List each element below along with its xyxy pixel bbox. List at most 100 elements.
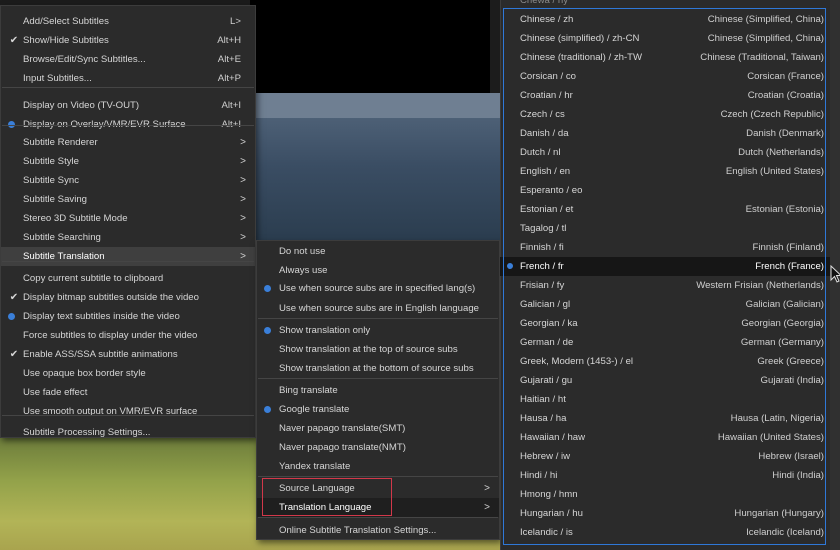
menu-item-display-bitmap-subtitles-outside-the-video[interactable]: ✔ Display bitmap subtitles outside the vi…	[1, 288, 255, 307]
submenu-arrow-icon: >	[240, 232, 246, 243]
menu-item-subtitle-processing-settings[interactable]: Subtitle Processing Settings...	[1, 423, 255, 442]
language-region-label: Galician (Galician)	[745, 299, 824, 310]
language-item-greek-modern-1453-el[interactable]: Greek, Modern (1453-) / el Greek (Greece)	[500, 352, 830, 371]
check-icon: ✔	[9, 349, 19, 360]
language-item-hebrew-iw[interactable]: Hebrew / iw Hebrew (Israel)	[500, 447, 830, 466]
language-code-label: English / en	[520, 166, 571, 177]
menu-item-label: Show/Hide Subtitles	[23, 35, 109, 46]
language-item-german-de[interactable]: German / de German (Germany)	[500, 333, 830, 352]
menu-item-label: Subtitle Saving	[23, 194, 87, 205]
menu-item-display-on-video-tv-out[interactable]: Display on Video (TV-OUT) Alt+I	[1, 96, 255, 115]
menu-item-subtitle-style[interactable]: Subtitle Style >	[1, 152, 255, 171]
language-item-haitian-ht[interactable]: Haitian / ht	[500, 390, 830, 409]
submenu-item-label: Show translation only	[279, 325, 371, 336]
submenu-item-online-subtitle-translation-settings[interactable]: Online Subtitle Translation Settings...	[257, 521, 499, 540]
submenu-item-do-not-use[interactable]: Do not use	[257, 242, 499, 261]
menu-item-enable-ass-ssa-subtitle-animations[interactable]: ✔ Enable ASS/SSA subtitle animations	[1, 345, 255, 364]
language-item-english-en[interactable]: English / en English (United States)	[500, 162, 830, 181]
menu-separator	[258, 318, 498, 319]
submenu-item-naver-papago-translate-nmt[interactable]: Naver papago translate(NMT)	[257, 438, 499, 457]
language-item-hausa-ha[interactable]: Hausa / ha Hausa (Latin, Nigeria)	[500, 409, 830, 428]
language-item-french-fr[interactable]: French / fr French (France)	[500, 257, 830, 276]
language-item-finnish-fi[interactable]: Finnish / fi Finnish (Finland)	[500, 238, 830, 257]
language-item-croatian-hr[interactable]: Croatian / hr Croatian (Croatia)	[500, 86, 830, 105]
language-item-danish-da[interactable]: Danish / da Danish (Denmark)	[500, 124, 830, 143]
menu-item-use-fade-effect[interactable]: Use fade effect	[1, 383, 255, 402]
submenu-item-label: Use when source subs are in specified la…	[279, 283, 476, 294]
language-item-hungarian-hu[interactable]: Hungarian / hu Hungarian (Hungary)	[500, 504, 830, 523]
language-item-esperanto-eo[interactable]: Esperanto / eo	[500, 181, 830, 200]
menu-item-use-opaque-box-border-style[interactable]: Use opaque box border style	[1, 364, 255, 383]
language-options-highlight	[262, 478, 392, 516]
submenu-arrow-icon: >	[240, 251, 246, 262]
language-region-label: German (Germany)	[740, 337, 824, 348]
language-item-corsican-co[interactable]: Corsican / co Corsican (France)	[500, 67, 830, 86]
language-region-label: French (France)	[755, 261, 824, 272]
menu-item-copy-current-subtitle-to-clipboard[interactable]: Copy current subtitle to clipboard	[1, 269, 255, 288]
submenu-item-naver-papago-translate-smt[interactable]: Naver papago translate(SMT)	[257, 419, 499, 438]
menu-item-show-hide-subtitles[interactable]: ✔ Show/Hide Subtitles Alt+H	[1, 31, 255, 50]
submenu-item-label: Always use	[279, 265, 328, 276]
language-code-label: Galician / gl	[520, 299, 571, 310]
menu-item-subtitle-sync[interactable]: Subtitle Sync >	[1, 171, 255, 190]
language-code-label: Frisian / fy	[520, 280, 565, 291]
language-item-hindi-hi[interactable]: Hindi / hi Hindi (India)	[500, 466, 830, 485]
language-item-hawaiian-haw[interactable]: Hawaiian / haw Hawaiian (United States)	[500, 428, 830, 447]
language-item-chinese-zh[interactable]: Chinese / zh Chinese (Simplified, China)	[500, 10, 830, 29]
menu-item-subtitle-saving[interactable]: Subtitle Saving >	[1, 190, 255, 209]
menu-item-label: Display on Video (TV-OUT)	[23, 100, 140, 111]
menu-item-add-select-subtitles[interactable]: Add/Select Subtitles L>	[1, 12, 255, 31]
submenu-item-use-when-source-subs-are-in-specified-lang-s[interactable]: Use when source subs are in specified la…	[257, 279, 499, 298]
submenu-item-yandex-translate[interactable]: Yandex translate	[257, 457, 499, 476]
language-item-tagalog-tl[interactable]: Tagalog / tl	[500, 219, 830, 238]
menu-item-label: Stereo 3D Subtitle Mode	[23, 213, 128, 224]
menu-item-input-subtitles[interactable]: Input Subtitles... Alt+P	[1, 69, 255, 88]
submenu-item-show-translation-only[interactable]: Show translation only	[257, 321, 499, 340]
submenu-item-label: Yandex translate	[279, 461, 351, 472]
menu-item-label: Copy current subtitle to clipboard	[23, 273, 164, 284]
menu-item-force-subtitles-to-display-under-the-video[interactable]: Force subtitles to display under the vid…	[1, 326, 255, 345]
submenu-item-show-translation-at-the-top-of-source-subs[interactable]: Show translation at the top of source su…	[257, 340, 499, 359]
language-item-gujarati-gu[interactable]: Gujarati / gu Gujarati (India)	[500, 371, 830, 390]
language-item-partial[interactable]: Chewa / ny	[500, 0, 830, 10]
menu-item-browse-edit-sync-subtitles[interactable]: Browse/Edit/Sync Subtitles... Alt+E	[1, 50, 255, 69]
language-region-label: Finnish (Finland)	[752, 242, 824, 253]
shortcut-label: Alt+I	[221, 100, 241, 111]
language-item-czech-cs[interactable]: Czech / cs Czech (Czech Republic)	[500, 105, 830, 124]
language-region-label: Estonian (Estonia)	[745, 204, 824, 215]
language-item-chinese-traditional-zh-tw[interactable]: Chinese (traditional) / zh-TW Chinese (Tr…	[500, 48, 830, 67]
language-item-hmong-hmn[interactable]: Hmong / hmn	[500, 485, 830, 504]
language-item-icelandic-is[interactable]: Icelandic / is Icelandic (Iceland)	[500, 523, 830, 542]
menu-item-use-smooth-output-on-vmr-evr-surface[interactable]: Use smooth output on VMR/EVR surface	[1, 402, 255, 421]
language-region-label: Hungarian (Hungary)	[734, 508, 824, 519]
submenu-item-show-translation-at-the-bottom-of-source-subs[interactable]: Show translation at the bottom of source…	[257, 359, 499, 378]
language-region-label: Hawaiian (United States)	[717, 432, 824, 443]
language-item-estonian-et[interactable]: Estonian / et Estonian (Estonia)	[500, 200, 830, 219]
submenu-item-always-use[interactable]: Always use	[257, 261, 499, 280]
language-item-frisian-fy[interactable]: Frisian / fy Western Frisian (Netherlands…	[500, 276, 830, 295]
menu-item-label: Browse/Edit/Sync Subtitles...	[23, 54, 146, 65]
submenu-item-use-when-source-subs-are-in-english-language[interactable]: Use when source subs are in English lang…	[257, 299, 499, 318]
language-item-dutch-nl[interactable]: Dutch / nl Dutch (Netherlands)	[500, 143, 830, 162]
menu-item-subtitle-searching[interactable]: Subtitle Searching >	[1, 228, 255, 247]
menu-item-display-text-subtitles-inside-the-video[interactable]: Display text subtitles inside the video	[1, 307, 255, 326]
language-region-label: Georgian (Georgia)	[741, 318, 824, 329]
menu-separator	[258, 517, 498, 518]
submenu-item-google-translate[interactable]: Google translate	[257, 400, 499, 419]
language-region-label: Greek (Greece)	[757, 356, 824, 367]
language-region-label: Chinese (Simplified, China)	[707, 33, 824, 44]
submenu-arrow-icon: >	[240, 137, 246, 148]
shortcut-label: Alt+P	[217, 73, 241, 84]
menu-item-subtitle-renderer[interactable]: Subtitle Renderer >	[1, 133, 255, 152]
language-code-label: Tagalog / tl	[520, 223, 567, 234]
language-item-georgian-ka[interactable]: Georgian / ka Georgian (Georgia)	[500, 314, 830, 333]
language-code-label: Greek, Modern (1453-) / el	[520, 356, 634, 367]
language-code-label: Hungarian / hu	[520, 508, 583, 519]
menu-item-subtitle-translation[interactable]: Subtitle Translation >	[1, 247, 255, 266]
language-code-label: Georgian / ka	[520, 318, 578, 329]
language-item-chinese-simplified-zh-cn[interactable]: Chinese (simplified) / zh-CN Chinese (Sim…	[500, 29, 830, 48]
menu-item-stereo-3d-subtitle-mode[interactable]: Stereo 3D Subtitle Mode >	[1, 209, 255, 228]
language-item-galician-gl[interactable]: Galician / gl Galician (Galician)	[500, 295, 830, 314]
submenu-item-bing-translate[interactable]: Bing translate	[257, 381, 499, 400]
language-code-label: Gujarati / gu	[520, 375, 573, 386]
